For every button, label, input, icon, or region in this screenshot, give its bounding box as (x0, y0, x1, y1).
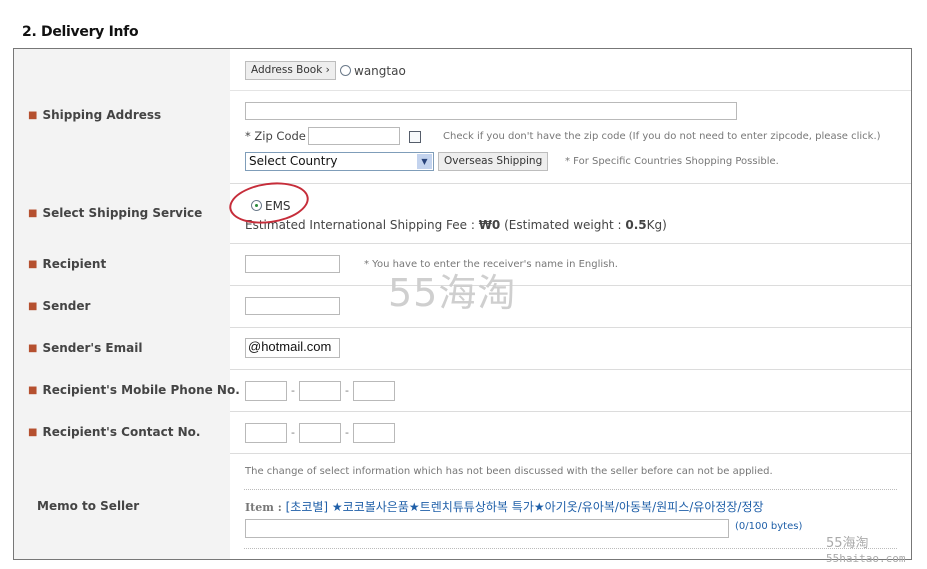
label-sender-email: ■ Sender's Email (28, 341, 143, 355)
label-contact-no: ■ Recipient's Contact No. (28, 425, 201, 439)
sender-email-input[interactable]: @hotmail.com (245, 338, 340, 358)
label-shipping-service: ■ Select Shipping Service (28, 206, 203, 220)
address-book-button[interactable]: Address Book › (245, 61, 336, 80)
label-recipient: ■ Recipient (28, 257, 107, 271)
mobile-phone-part-2[interactable] (299, 381, 341, 401)
chevron-down-icon: ▼ (417, 154, 432, 169)
watermark-corner: 55海淘 (826, 536, 869, 551)
zip-code-label: * Zip Code (245, 129, 306, 143)
bullet-icon: ■ (28, 343, 38, 354)
address-input[interactable] (245, 102, 737, 120)
bullet-icon: ■ (28, 385, 38, 396)
contact-no-part-2[interactable] (299, 423, 341, 443)
memo-input[interactable] (245, 519, 729, 538)
saved-address-radio[interactable] (340, 65, 351, 76)
recipient-input[interactable] (245, 255, 340, 273)
section-title: 2. Delivery Info (22, 24, 139, 40)
country-select[interactable]: Select Country ▼ (245, 152, 434, 171)
no-zip-note: Check if you don't have the zip code (If… (443, 131, 881, 142)
zip-code-input[interactable] (308, 127, 400, 145)
contact-no-part-1[interactable] (245, 423, 287, 443)
shipping-fee-text: Estimated International Shipping Fee : ₩… (245, 218, 667, 232)
mobile-phone-part-3[interactable] (353, 381, 395, 401)
shipping-fee-value: ₩0 (478, 218, 501, 232)
item-name-link[interactable]: [초코별] ★코코볼사은품★트렌치튜튜상하복 특가★아기옷/유아복/아동복/원피… (286, 500, 764, 514)
watermark-center: 55海淘 (388, 271, 517, 315)
label-sender: ■ Sender (28, 299, 91, 313)
row-sender-email: ■ Sender's Email @hotmail.com (14, 327, 911, 370)
label-mobile-phone: ■ Recipient's Mobile Phone No. (28, 383, 240, 397)
no-zip-checkbox[interactable] (409, 131, 421, 143)
bullet-icon: ■ (28, 301, 38, 312)
bullet-icon: ■ (28, 259, 38, 270)
bullet-icon: ■ (28, 110, 38, 121)
mobile-phone-part-1[interactable] (245, 381, 287, 401)
label-shipping-address: ■ Shipping Address (28, 108, 162, 122)
label-memo: Memo to Seller (37, 499, 140, 513)
row-mobile-phone: ■ Recipient's Mobile Phone No. - - (14, 369, 911, 412)
row-memo: Memo to Seller The change of select info… (14, 453, 911, 559)
row-shipping-service: ■ Select Shipping Service EMS Estimated I… (14, 183, 911, 244)
item-line: Item : [초코별] ★코코볼사은품★트렌치튜튜상하복 특가★아기옷/유아복… (245, 500, 764, 514)
overseas-shipping-button[interactable]: Overseas Shipping (438, 152, 549, 171)
sender-input[interactable] (245, 297, 340, 315)
bullet-icon: ■ (28, 427, 38, 438)
row-shipping-address: ■ Shipping Address Address Book › wangtao… (14, 49, 911, 184)
contact-no-part-3[interactable] (353, 423, 395, 443)
overseas-note: * For Specific Countries Shopping Possib… (565, 156, 779, 167)
byte-counter: (0/100 bytes) (735, 521, 803, 532)
row-contact-no: ■ Recipient's Contact No. - - (14, 411, 911, 454)
weight-value: 0.5 (625, 218, 647, 232)
bullet-icon: ■ (28, 208, 38, 219)
watermark-url: 55haitao.com (826, 552, 906, 565)
memo-notice: The change of select information which h… (245, 466, 773, 477)
saved-address-label: wangtao (354, 64, 406, 78)
